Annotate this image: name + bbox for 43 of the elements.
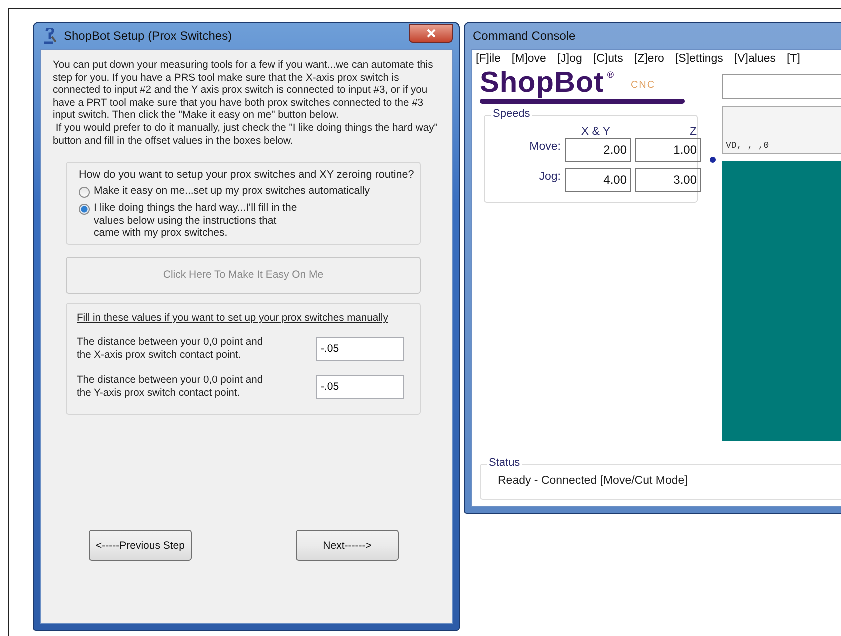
offset-input[interactable]: -.05: [316, 375, 404, 400]
radio-button[interactable]: [79, 204, 90, 216]
menu-item[interactable]: [Z]ero: [634, 53, 664, 65]
radio-button[interactable]: [79, 187, 90, 198]
group-title: Status: [487, 457, 522, 469]
menu-item[interactable]: [T]: [786, 53, 800, 65]
option-label[interactable]: Make it easy on me...set up my prox switches automatically: [94, 185, 370, 198]
instructions-text: If you would prefer to do it manually, just check the "I like doing things the hard way" button and fill in the offset values in the boxes below.: [53, 122, 439, 148]
speed-field[interactable]: 3.00: [635, 168, 701, 192]
command-text: VD, , ,0: [726, 141, 770, 151]
row-label: Jog:: [538, 170, 561, 185]
bullet-icon: [710, 157, 716, 163]
menu-item[interactable]: [S]ettings: [675, 53, 724, 65]
question-text: How do you want to setup your prox switches and XY zeroing routine?: [78, 169, 416, 182]
row-label: Move:: [528, 140, 561, 155]
close-icon: [426, 28, 436, 38]
close-button[interactable]: [409, 24, 453, 42]
offset-input[interactable]: -.05: [316, 336, 404, 361]
status-text: Ready - Connected [Move/Cut Mode]: [498, 475, 688, 487]
speed-field[interactable]: 2.00: [565, 138, 631, 162]
speed-field[interactable]: 1.00: [635, 138, 701, 162]
menu-item[interactable]: [F]ile: [476, 53, 501, 65]
previous-button[interactable]: <-----Previous Step: [89, 530, 192, 561]
window-title: Command Console: [473, 29, 576, 43]
next-button[interactable]: Next------>: [296, 530, 399, 561]
column-header: X & Y: [580, 126, 612, 138]
menu-item[interactable]: [M]ove: [512, 53, 546, 65]
logo-suffix: CNC: [630, 80, 656, 91]
field-label: The distance between your 0,0 point and the X-axis prox switch contact point.: [77, 336, 264, 362]
registered-mark: ®: [607, 70, 614, 80]
menu-item[interactable]: [J]og: [557, 53, 582, 65]
option-label[interactable]: I like doing things the hard way...I'll fill in the values below using the instructions that came with my prox switches.: [94, 202, 304, 240]
column-header: Z: [688, 126, 698, 138]
instructions-text: You can put down your measuring tools for a few if you want...we can automate this step for you. If you have a PRS tool make sure that the X-axis prox switch is connected to input #2 and the Y axis prox switch is connected to input #3, or if you have a PRT tool make sure that you have both prox switches connected to the #3 input switch. Then click the "Make it easy on me" button below.: [53, 60, 434, 123]
speed-field[interactable]: 4.00: [565, 168, 631, 192]
menu-item[interactable]: [C]uts: [593, 53, 624, 65]
logo-text: ShopBot: [480, 68, 604, 98]
section-heading: Fill in these values if you want to set up your prox switches manually: [77, 312, 390, 324]
app-icon: [42, 28, 58, 44]
field-label: The distance between your 0,0 point and the Y-axis prox switch contact point.: [77, 375, 264, 400]
menu-item[interactable]: [V]alues: [734, 53, 776, 65]
group-title: Speeds: [491, 108, 532, 120]
window-title: ShopBot Setup (Prox Switches): [64, 29, 232, 43]
